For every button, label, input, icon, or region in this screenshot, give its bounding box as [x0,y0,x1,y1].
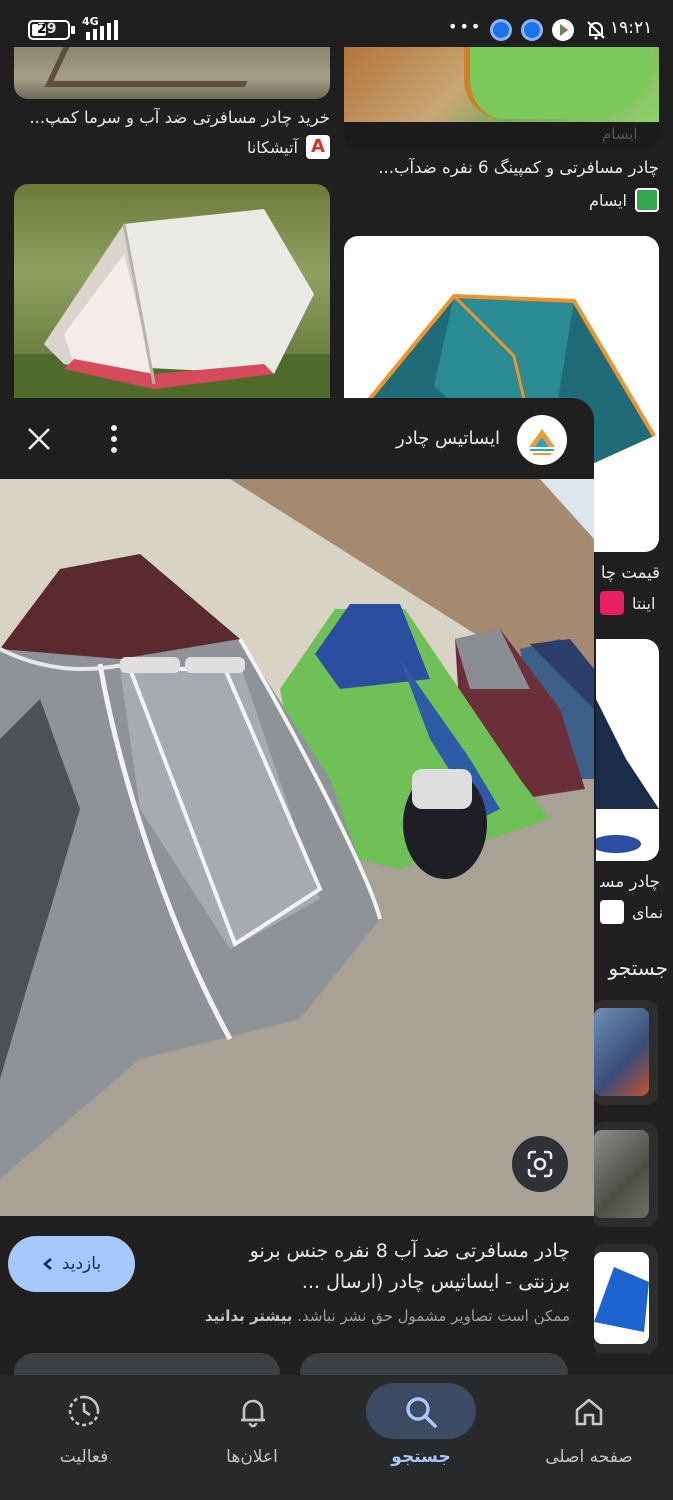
lens-search-button[interactable] [512,1136,568,1192]
site-favicon-icon [600,591,624,615]
disclaimer-text: ممکن است تصاویر مشمول حق نشر نباشد. [297,1307,570,1325]
preview-source-name[interactable]: ایساتیس چادر [300,428,500,449]
related-thumb-1[interactable] [592,1000,658,1105]
result-caption-mid-right[interactable]: قیمت چا [600,563,660,582]
lens-icon [527,1150,553,1178]
preview-image[interactable] [0,479,594,1216]
source-label: آتیشکانا [246,137,298,157]
site-favicon-icon [600,900,624,924]
visit-label: بازدید [61,1254,102,1274]
clock: ۱۹:۲۱ [610,18,653,38]
result-source-top-right[interactable]: ایسام [344,188,659,212]
result-source-mid-right[interactable]: اینتا [600,591,670,615]
more-options-icon[interactable] [104,424,124,454]
nav-label-notifications: اعلان‌ها [226,1447,278,1467]
result-caption-low-right[interactable]: چادر مسا [600,872,660,891]
battery-icon: 29 [28,20,70,40]
overflow-dots: ••• [448,17,483,36]
atishkana-favicon-icon: A [306,135,330,159]
result-source-top-left[interactable]: A آتیشکانا [14,135,330,159]
source-label: اینتا [632,593,656,613]
battery-level: 29 [37,21,57,37]
search-icon [406,1397,437,1428]
mute-bell-icon [587,21,605,40]
chevron-left-icon [42,1258,52,1270]
activity-icon [68,1395,100,1427]
bell-icon [241,1399,265,1428]
nav-item-home[interactable]: صفحه اصلی [505,1375,673,1500]
result-caption-top-left[interactable]: خرید چادر مسافرتی ضد آب و سرما کمپ... [14,108,330,127]
bottom-navigation: صفحه اصلی جستجو اعلان‌ها فعالیت [0,1375,673,1500]
esam-favicon-icon [635,188,659,212]
related-thumb-2[interactable] [592,1122,658,1227]
nav-item-search[interactable]: جستجو [337,1375,505,1500]
learn-more-link[interactable]: بیشتر بدانید [205,1307,293,1325]
nav-label-home: صفحه اصلی [545,1447,633,1467]
nav-item-activity[interactable]: فعالیت [0,1375,168,1500]
app-notification-icon [490,19,512,41]
result-source-low-right[interactable]: نمای [600,900,670,924]
nav-label-activity: فعالیت [59,1447,109,1467]
result-caption-top-right[interactable]: چادر مسافرتی و کمپینگ 6 نفره ضدآب... [344,158,659,177]
result-image-top-right[interactable]: ایسام [344,47,659,149]
source-label: نمای [632,902,664,922]
source-logo-icon[interactable] [517,415,567,465]
result-image-top-left[interactable] [14,47,330,99]
close-icon[interactable] [26,426,52,452]
result-image-white-tent[interactable] [14,184,330,404]
home-icon [575,1398,603,1426]
visit-button[interactable]: بازدید [8,1236,135,1292]
copyright-notice: ممکن است تصاویر مشمول حق نشر نباشد. بیشت… [150,1307,570,1325]
play-store-icon [552,19,574,41]
preview-title[interactable]: چادر مسافرتی ضد آب 8 نفره جنس برنو برزنت… [195,1236,570,1298]
nav-item-notifications[interactable]: اعلان‌ها [168,1375,336,1500]
image-preview-panel: ایساتیس چادر چادر مسافرتی ضد آب 8 نفره ج… [0,398,594,1378]
app-notification-icon-2 [521,19,543,41]
source-label: ایسام [589,190,627,210]
related-searches-heading: جستجو [608,956,668,980]
signal-icon [86,20,118,40]
result-image-camp-tent[interactable] [596,639,659,861]
nav-label-search: جستجو [391,1447,451,1467]
related-thumb-3[interactable] [592,1244,658,1354]
